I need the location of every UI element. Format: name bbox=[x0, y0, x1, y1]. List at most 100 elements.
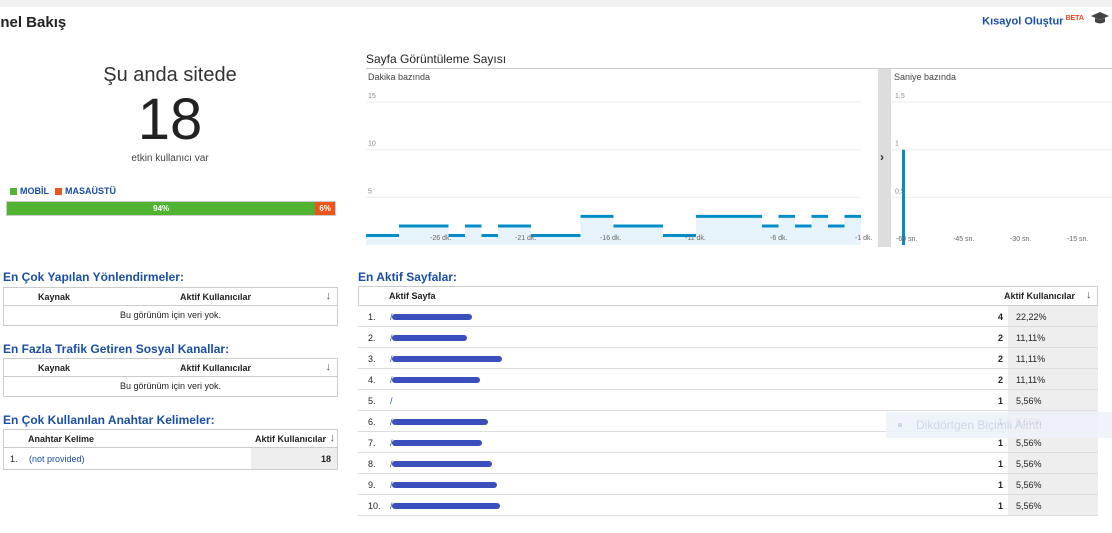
page-user-count: 2 bbox=[998, 354, 1004, 364]
row-index: 1. bbox=[10, 454, 18, 464]
area-fill bbox=[745, 216, 762, 245]
keywords-col-users[interactable]: Aktif Kullanıcılar bbox=[255, 434, 326, 444]
page-path-link[interactable]: / bbox=[390, 396, 393, 406]
area-fill bbox=[795, 225, 812, 245]
page-user-count: 1 bbox=[998, 501, 1004, 511]
social-col-source[interactable]: Kaynak bbox=[38, 363, 70, 373]
page-user-count: 1 bbox=[998, 480, 1004, 490]
table-row: 9./15,56% bbox=[358, 474, 1098, 495]
capture-overlay: Dikdörtgen Biçimli Alıntı bbox=[886, 412, 1112, 438]
page-user-percent: 11,11% bbox=[1016, 354, 1046, 364]
page-user-count: 2 bbox=[998, 375, 1004, 385]
sort-down-icon[interactable]: ↓ bbox=[330, 432, 336, 444]
page-user-percent: 5,56% bbox=[1016, 480, 1042, 490]
chart-second-label: Saniye bazında bbox=[894, 72, 957, 82]
sort-down-icon[interactable]: ↓ bbox=[1086, 289, 1092, 301]
active-now-sublabel: etkin kullanıcı var bbox=[131, 153, 209, 164]
keywords-col-keyword[interactable]: Anahtar Kelime bbox=[28, 434, 94, 444]
pages-col-users[interactable]: Aktif Kullanıcılar bbox=[1004, 291, 1075, 301]
pageviews-chart: 15 10 5 1,5 1 0,5 -26 dk. -21 dk. -16 dk. -11 dk.… bbox=[366, 68, 1112, 247]
row-index: 3. bbox=[368, 354, 376, 364]
area-fill bbox=[630, 225, 647, 245]
keyword-count: 18 bbox=[320, 454, 331, 464]
active-user-count: 18 bbox=[137, 87, 203, 152]
redaction-mark bbox=[392, 482, 497, 488]
page-title: enel Bakış bbox=[0, 14, 67, 31]
row-index: 7. bbox=[368, 438, 376, 448]
area-fill bbox=[646, 225, 663, 245]
redaction-mark bbox=[392, 419, 488, 425]
redaction-mark bbox=[392, 440, 482, 446]
x-tick-label: -26 dk. bbox=[430, 235, 451, 242]
legend-mobile: MOBİL bbox=[10, 186, 49, 196]
page-user-count: 4 bbox=[998, 312, 1004, 322]
page-user-count: 1 bbox=[998, 459, 1004, 469]
keywords-header: Anahtar Kelime Aktif Kullanıcılar ↓ bbox=[4, 430, 337, 448]
area-fill bbox=[399, 225, 416, 245]
top-strip bbox=[0, 0, 1112, 7]
keywords-title: En Çok Kullanılan Anahtar Kelimeler: bbox=[3, 413, 215, 427]
keyword-link[interactable]: (not provided) bbox=[29, 454, 85, 464]
referrals-header: Kaynak Aktif Kullanıcılar ↓ bbox=[4, 288, 337, 306]
row-index: 4. bbox=[368, 375, 376, 385]
row-index: 1. bbox=[368, 312, 376, 322]
page-user-count: 2 bbox=[998, 333, 1004, 343]
row-index: 6. bbox=[368, 417, 376, 427]
social-empty: Bu görünüm için veri yok. bbox=[119, 381, 222, 391]
table-row: 2./211,11% bbox=[358, 327, 1098, 348]
sort-down-icon[interactable]: ↓ bbox=[326, 290, 332, 302]
device-legend: MOBİL MASAÜSTÜ bbox=[10, 186, 116, 196]
table-row: 3./211,11% bbox=[358, 348, 1098, 369]
x-tick-label: -16 dk. bbox=[600, 235, 621, 242]
legend-desktop: MASAÜSTÜ bbox=[55, 186, 116, 196]
area-fill bbox=[465, 225, 482, 245]
page-user-percent: 5,56% bbox=[1016, 438, 1042, 448]
referrals-title: En Çok Yapılan Yönlendirmeler: bbox=[3, 270, 184, 284]
graduation-cap-icon[interactable] bbox=[1090, 11, 1110, 25]
keywords-table: Anahtar Kelime Aktif Kullanıcılar ↓ 1. (… bbox=[3, 429, 338, 470]
y-tick-label: 5 bbox=[368, 188, 372, 195]
row-index: 2. bbox=[368, 333, 376, 343]
area-fill bbox=[580, 216, 597, 245]
mobile-share-segment: 94% bbox=[7, 202, 316, 215]
page-user-percent: 11,11% bbox=[1016, 333, 1046, 343]
page-user-percent: 11,11% bbox=[1016, 375, 1046, 385]
pages-col-page[interactable]: Aktif Sayfa bbox=[389, 291, 436, 301]
shortcut-label: Kısayol Oluştur bbox=[982, 15, 1064, 28]
pages-table-header: Aktif Sayfa Aktif Kullanıcılar ↓ bbox=[358, 286, 1098, 306]
redaction-mark bbox=[392, 335, 467, 341]
table-row: 1./422,22% bbox=[358, 306, 1098, 327]
redaction-mark bbox=[392, 377, 480, 383]
x-tick-label: -21 dk. bbox=[515, 235, 536, 242]
x-tick-label: -60 sn. bbox=[896, 236, 917, 243]
row-index: 10. bbox=[368, 501, 381, 511]
y-tick-label: 1,5 bbox=[895, 93, 905, 100]
x-tick-label: -30 sn. bbox=[1010, 236, 1031, 243]
row-index: 5. bbox=[368, 396, 376, 406]
social-table: Kaynak Aktif Kullanıcılar ↓ Bu görünüm i… bbox=[3, 358, 338, 397]
social-col-users[interactable]: Aktif Kullanıcılar bbox=[180, 363, 251, 373]
active-now-label: Şu anda sitede bbox=[103, 64, 237, 86]
page-user-percent: 5,56% bbox=[1016, 501, 1042, 511]
table-row: 4./211,11% bbox=[358, 369, 1098, 390]
y-tick-label: 1 bbox=[895, 141, 899, 148]
x-tick-label: -11 dk. bbox=[685, 235, 706, 242]
x-tick-label: -15 sn. bbox=[1067, 236, 1088, 243]
sort-down-icon[interactable]: ↓ bbox=[326, 361, 332, 373]
area-fill bbox=[712, 216, 729, 245]
referrals-empty: Bu görünüm için veri yok. bbox=[119, 310, 222, 320]
desktop-share-segment: 6% bbox=[315, 202, 335, 215]
area-fill bbox=[828, 225, 845, 245]
beta-badge: BETA bbox=[1065, 15, 1084, 22]
create-shortcut-link[interactable]: Kısayol Oluştur BETA bbox=[982, 15, 1084, 28]
x-tick-label: -6 dk. bbox=[770, 235, 788, 242]
y-tick-label: 10 bbox=[368, 141, 376, 148]
referrals-col-users[interactable]: Aktif Kullanıcılar bbox=[180, 292, 251, 302]
overlay-label: Dikdörtgen Biçimli Alıntı bbox=[916, 418, 1043, 432]
row-index: 9. bbox=[368, 480, 376, 490]
y-tick-label: 15 bbox=[368, 93, 376, 100]
table-row: 8./15,56% bbox=[358, 453, 1098, 474]
device-split-bar: 94% 6% bbox=[6, 201, 336, 216]
redaction-mark bbox=[392, 503, 500, 509]
referrals-col-source[interactable]: Kaynak bbox=[38, 292, 70, 302]
